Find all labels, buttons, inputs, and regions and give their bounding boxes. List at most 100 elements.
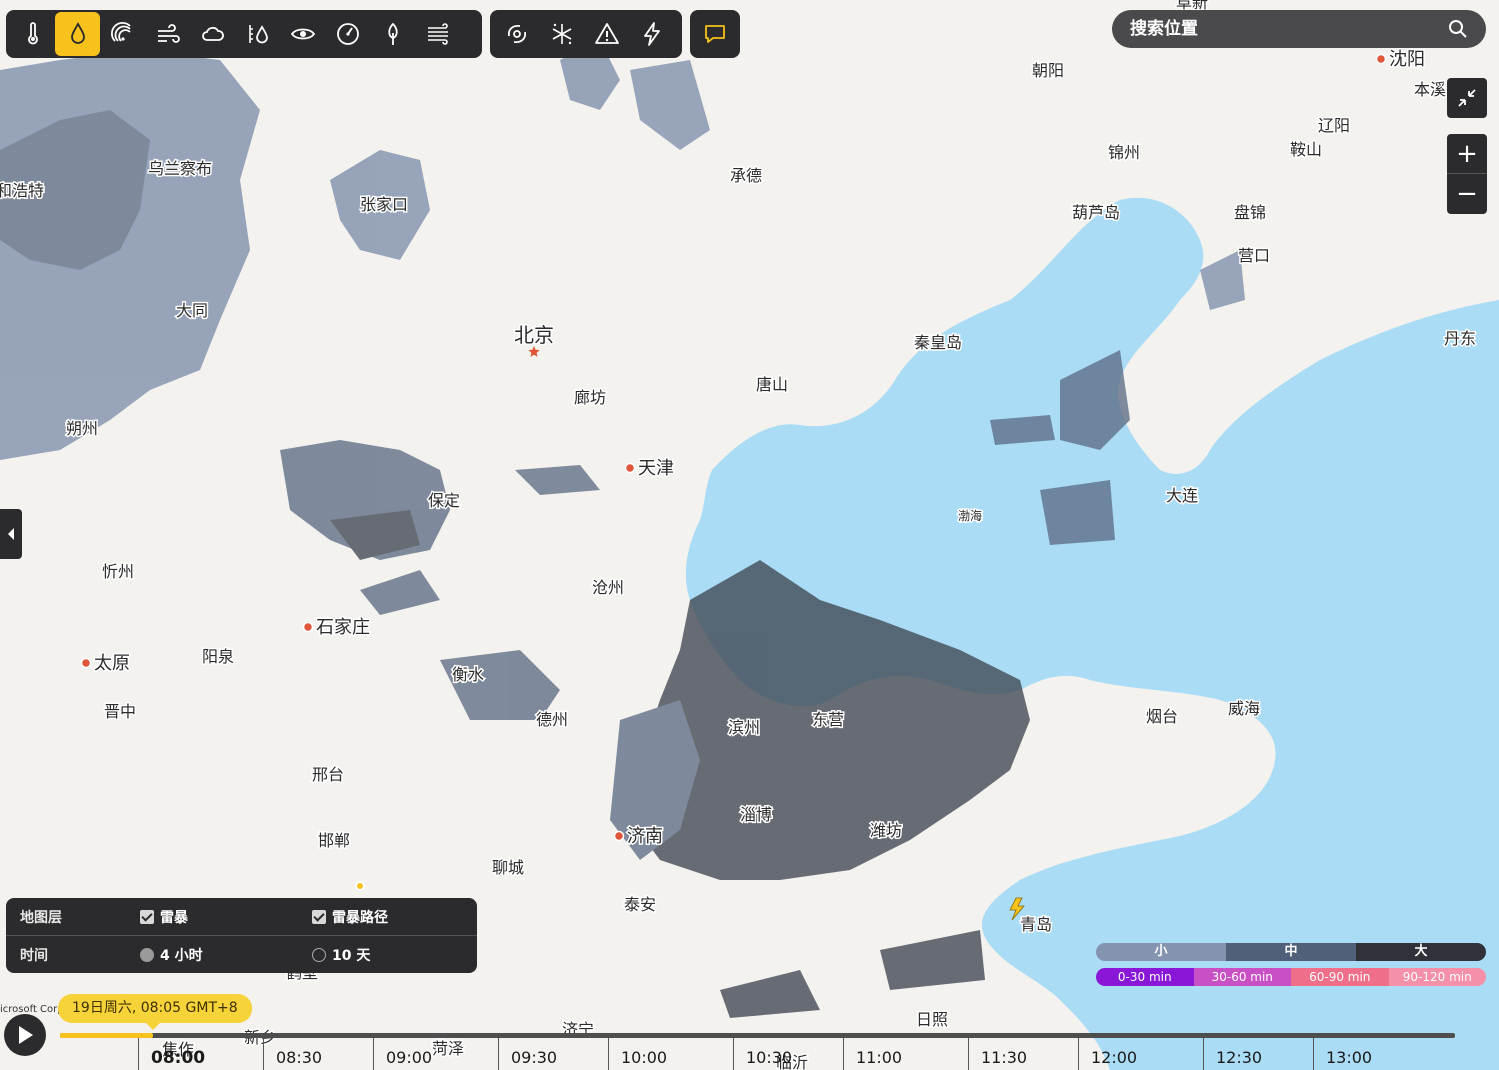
timeline-tick[interactable]: 12:00: [1078, 1038, 1137, 1070]
city-label[interactable]: 石家庄: [315, 616, 372, 640]
timeline-tick[interactable]: 10:00: [608, 1038, 667, 1070]
city-label[interactable]: 朝阳: [1031, 60, 1066, 82]
map-stage[interactable]: 渤海 北京 天津 石家庄 沈阳 太原 济南 乌兰察布 张家口 大同 朔州 忻州 阳泉 晋中 邢台 邯郸 保定 廊…: [0, 0, 1499, 1070]
arrival-legend-item: 0-30 min: [1096, 968, 1194, 986]
city-label[interactable]: 秦皇岛: [913, 332, 964, 354]
winter-button[interactable]: [539, 12, 584, 56]
storm-layer-checkbox[interactable]: [140, 909, 154, 924]
city-label[interactable]: 葫芦岛: [1071, 202, 1122, 224]
cloud-button[interactable]: [190, 12, 235, 56]
city-label[interactable]: 济南: [626, 825, 665, 849]
pressure-button[interactable]: [325, 12, 370, 56]
city-label[interactable]: 青岛: [1019, 914, 1054, 936]
time-option-4h[interactable]: 4 小时: [140, 945, 203, 965]
city-label[interactable]: 聊城: [491, 857, 526, 879]
timeline-tick[interactable]: 10:30: [733, 1038, 792, 1070]
zoom-out-button[interactable]: −: [1447, 174, 1487, 214]
city-label[interactable]: 鞍山: [1289, 139, 1324, 161]
search-input[interactable]: [1130, 19, 1448, 39]
city-label[interactable]: 廊坊: [573, 387, 608, 409]
intensity-legend-item: 中: [1226, 943, 1356, 961]
city-label[interactable]: 大同: [175, 300, 210, 322]
storm-path-toggle[interactable]: 雷暴路径: [312, 907, 388, 927]
play-button[interactable]: [4, 1014, 46, 1056]
hurricane-button[interactable]: [494, 12, 539, 56]
city-label[interactable]: 保定: [427, 490, 462, 512]
timeline-tick[interactable]: 08:30: [263, 1038, 322, 1070]
humidity-button[interactable]: [235, 12, 280, 56]
city-label[interactable]: 大连: [1165, 485, 1200, 507]
city-label[interactable]: 烟台: [1145, 706, 1180, 728]
city-label[interactable]: 唐山: [755, 374, 790, 396]
city-label[interactable]: 盘锦: [1233, 202, 1268, 224]
timeline-tick[interactable]: 11:00: [843, 1038, 902, 1070]
city-label[interactable]: 日照: [915, 1009, 950, 1031]
time-radio-10d[interactable]: [312, 947, 326, 962]
fullscreen-button[interactable]: [1447, 78, 1487, 118]
side-panel-toggle[interactable]: [0, 509, 22, 559]
city-label[interactable]: 太原: [93, 652, 132, 676]
tree-icon: [387, 22, 398, 45]
pollen-button[interactable]: [370, 12, 415, 56]
storm-layer-toggle[interactable]: 雷暴: [140, 907, 188, 927]
city-label[interactable]: 潍坊: [869, 820, 904, 842]
lightning-icon: [643, 22, 660, 46]
intensity-legend: 小中大: [1096, 943, 1486, 961]
timeline-ticks: 08:00 08:30 09:00 09:30 10:00 10:30 11:00 11:30…: [138, 1038, 1448, 1070]
precipitation-button[interactable]: [55, 12, 100, 56]
feedback-button[interactable]: [693, 12, 737, 56]
city-label[interactable]: 沈阳: [1388, 48, 1427, 72]
city-label[interactable]: 衡水: [451, 664, 486, 686]
city-label[interactable]: 阳泉: [201, 646, 236, 668]
city-label[interactable]: 锦州: [1107, 142, 1142, 164]
city-label[interactable]: 天津: [637, 457, 676, 481]
layer-toolbar: [6, 10, 482, 58]
city-label[interactable]: 本溪: [1413, 79, 1448, 101]
city-label[interactable]: 沧州: [591, 577, 626, 599]
city-label[interactable]: 东营: [811, 709, 846, 731]
alerts-button[interactable]: [584, 12, 629, 56]
severe-toolbar: [490, 10, 682, 58]
search-icon[interactable]: [1448, 19, 1468, 39]
time-option-10d[interactable]: 10 天: [312, 945, 370, 965]
city-label[interactable]: 丹东: [1443, 328, 1478, 350]
eye-icon: [290, 28, 315, 40]
current-location-marker: [355, 881, 365, 891]
city-label[interactable]: 忻州: [101, 561, 136, 583]
visibility-button[interactable]: [280, 12, 325, 56]
city-label[interactable]: 邯郸: [317, 830, 352, 852]
time-radio-4h[interactable]: [140, 947, 154, 962]
city-label[interactable]: 乌兰察布: [147, 158, 214, 180]
city-label[interactable]: 北京: [513, 322, 556, 349]
city-label[interactable]: 泰安: [623, 894, 658, 916]
radar-button[interactable]: [100, 12, 145, 56]
city-label[interactable]: 呼和浩特: [0, 180, 46, 202]
timeline-tick[interactable]: 12:30: [1203, 1038, 1262, 1070]
timeline-tick[interactable]: 09:00: [373, 1038, 432, 1070]
timeline-tick[interactable]: 13:00: [1313, 1038, 1372, 1070]
city-label[interactable]: 淄博: [739, 804, 774, 826]
city-label[interactable]: 朔州: [65, 418, 100, 440]
zoom-in-button[interactable]: +: [1447, 134, 1487, 174]
city-label[interactable]: 威海: [1227, 698, 1262, 720]
wind-button[interactable]: [145, 12, 190, 56]
temperature-button[interactable]: [10, 12, 55, 56]
timeline-tick[interactable]: 08:00: [138, 1038, 205, 1070]
city-label[interactable]: 邢台: [311, 764, 346, 786]
city-label[interactable]: 德州: [535, 709, 570, 731]
storm-path-checkbox[interactable]: [312, 909, 326, 924]
timeline-tick[interactable]: 09:30: [498, 1038, 557, 1070]
haze-icon: [427, 23, 448, 45]
lightning-button[interactable]: [629, 12, 674, 56]
city-label[interactable]: 辽阳: [1317, 115, 1352, 137]
city-label[interactable]: 滨州: [727, 717, 762, 739]
arrival-legend-item: 90-120 min: [1388, 968, 1486, 986]
city-label[interactable]: 承德: [729, 165, 764, 187]
time-row: 时间 4 小时 10 天: [6, 936, 477, 973]
timeline-tick[interactable]: 11:30: [968, 1038, 1027, 1070]
city-label[interactable]: 营口: [1237, 245, 1272, 267]
city-label[interactable]: 晋中: [103, 701, 138, 723]
city-label[interactable]: 张家口: [359, 194, 410, 216]
zoom-controls: + −: [1447, 134, 1487, 214]
air-quality-button[interactable]: [415, 12, 460, 56]
